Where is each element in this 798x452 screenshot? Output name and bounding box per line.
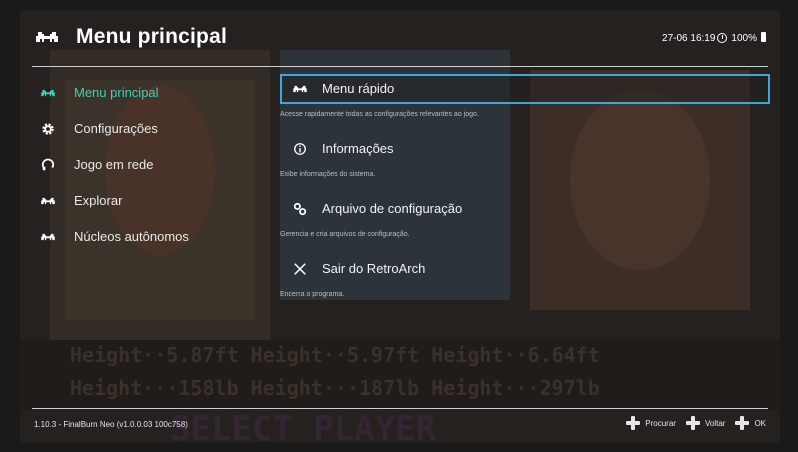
header-divider xyxy=(32,66,768,67)
invader-icon xyxy=(41,233,55,241)
close-icon xyxy=(294,263,306,275)
menu-entry-label: Sair do RetroArch xyxy=(322,261,426,276)
hint-ok[interactable]: OK xyxy=(735,416,766,430)
footer-hints: Procurar Voltar OK xyxy=(616,416,766,430)
config-file-icon xyxy=(293,202,307,216)
menu-entry-quit-retroarch[interactable]: Sair do RetroArch Encerra o programa. xyxy=(280,254,770,314)
invader-icon xyxy=(293,85,307,93)
menu-entry-sublabel: Gerencia e cria arquivos de configuração… xyxy=(280,231,410,238)
hint-search[interactable]: Procurar xyxy=(626,416,676,430)
retroarch-window: Height··5.87ft Height··5.97ft Height··6.… xyxy=(20,10,780,442)
gamepad-button-icon xyxy=(685,416,700,430)
gamepad-button-icon xyxy=(735,416,750,430)
sidebar-item-settings[interactable]: Configurações xyxy=(32,112,272,148)
menu-entry-quick-menu[interactable]: Menu rápido Acesse rapidamente todas as … xyxy=(280,74,770,134)
menu-entry-label: Menu rápido xyxy=(322,81,395,96)
page-title: Menu principal xyxy=(76,25,227,48)
sidebar-item-label: Menu principal xyxy=(74,85,159,100)
menu-entry-label: Arquivo de configuração xyxy=(322,201,463,216)
menu-entry-information[interactable]: Informações Exibe informações do sistema… xyxy=(280,134,770,194)
netplay-icon xyxy=(41,158,55,171)
hint-back-label: Voltar xyxy=(704,418,726,428)
invader-icon xyxy=(41,89,55,97)
menu-entry-sublabel: Exibe informações do sistema. xyxy=(280,171,376,178)
sidebar-item-label: Configurações xyxy=(74,121,158,136)
info-icon xyxy=(294,143,306,155)
sidebar-item-label: Núcleos autônomos xyxy=(74,229,189,244)
menu-entry-config-file[interactable]: Arquivo de configuração Gerencia e cria … xyxy=(280,194,770,254)
menu-list: Menu rápido Acesse rapidamente todas as … xyxy=(280,74,770,314)
menu-entry-label: Informações xyxy=(322,141,394,156)
header-bar: Menu principal 27-06 16:19 100% xyxy=(20,10,780,66)
gear-icon xyxy=(42,123,54,135)
hint-search-label: Procurar xyxy=(645,418,676,428)
invader-icon xyxy=(41,197,55,205)
hint-ok-label: OK xyxy=(754,418,766,428)
datetime-text: 27-06 16:19 xyxy=(662,33,716,44)
battery-icon xyxy=(761,32,766,42)
sidebar-item-explore[interactable]: Explorar xyxy=(32,184,272,220)
sidebar-item-netplay[interactable]: Jogo em rede xyxy=(32,148,272,184)
menu-entry-sublabel: Encerra o programa. xyxy=(280,291,345,298)
status-area: 27-06 16:19 100% xyxy=(662,32,766,44)
footer-divider xyxy=(32,408,768,409)
retroarch-logo-icon xyxy=(36,32,58,42)
sidebar-item-standalone-cores[interactable]: Núcleos autônomos xyxy=(32,220,272,256)
sidebar-item-label: Explorar xyxy=(74,193,123,208)
sidebar: Menu principal Configurações Jogo em red… xyxy=(32,76,272,256)
sidebar-item-label: Jogo em rede xyxy=(74,157,154,172)
gamepad-button-icon xyxy=(626,416,641,430)
sidebar-item-main-menu[interactable]: Menu principal xyxy=(32,76,272,112)
battery-text: 100% xyxy=(731,33,757,44)
clock-icon xyxy=(717,33,728,43)
core-version-text: 1.10.3 - FinalBurn Neo (v1.0.0.03 100c75… xyxy=(34,420,188,429)
hint-back[interactable]: Voltar xyxy=(685,416,726,430)
menu-entry-sublabel: Acesse rapidamente todas as configuraçõe… xyxy=(280,111,479,118)
